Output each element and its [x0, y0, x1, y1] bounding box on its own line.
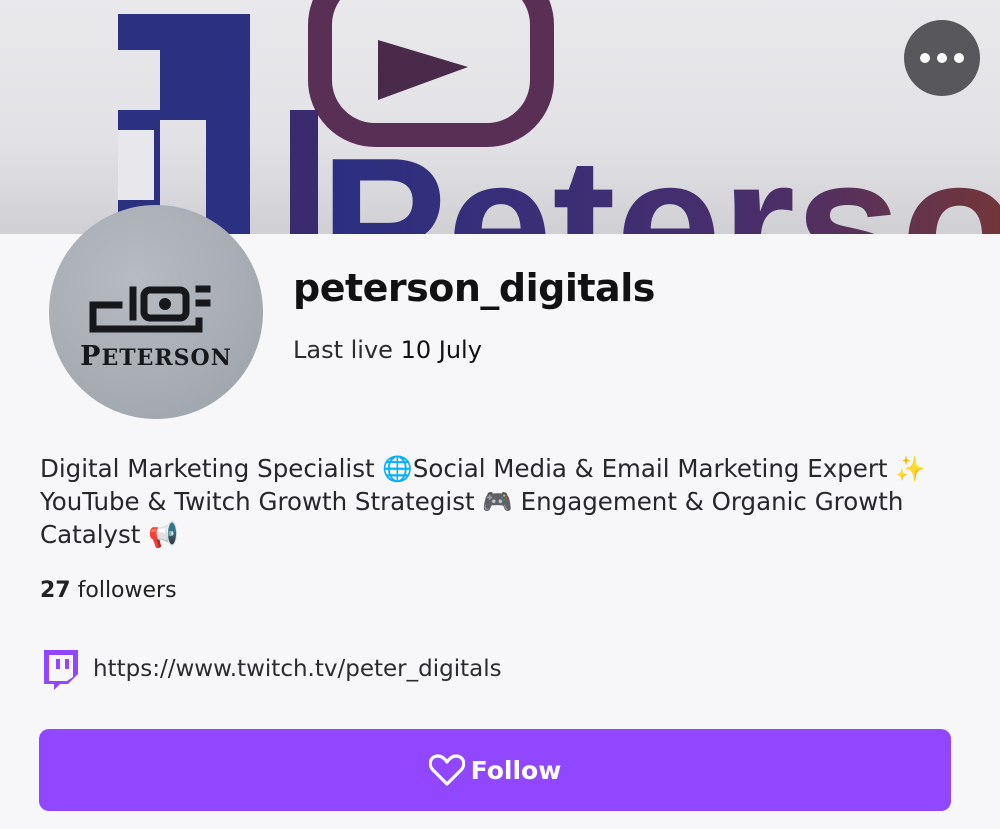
- follow-button[interactable]: Follow: [39, 729, 951, 811]
- last-live-date: 10 July: [400, 336, 482, 364]
- heart-icon: [428, 754, 465, 786]
- last-live-prefix: Last live: [293, 336, 393, 364]
- follow-label: Follow: [470, 755, 562, 785]
- profile-bio: Digital Marketing Specialist 🌐Social Med…: [40, 454, 926, 549]
- avatar-logo-icon: [89, 285, 211, 333]
- avatar[interactable]: PETERSON: [49, 205, 263, 419]
- profile-banner: Peterson: [0, 0, 1000, 234]
- svg-text:Peterson: Peterson: [320, 119, 1000, 234]
- last-live-status: Last live 10 July: [293, 336, 482, 364]
- twitch-icon: [44, 650, 78, 690]
- channel-username: peterson_digitals: [293, 266, 655, 310]
- followers-count: 27 followers: [40, 578, 177, 603]
- more-dot: [920, 53, 930, 63]
- followers-number: 27: [40, 578, 71, 603]
- followers-label: followers: [77, 578, 177, 603]
- more-options-button[interactable]: [904, 20, 980, 96]
- banner-logo-art: Peterson: [118, 0, 1000, 234]
- more-dot: [937, 53, 947, 63]
- twitch-link[interactable]: https://www.twitch.tv/peter_digitals: [93, 656, 502, 682]
- avatar-brand-text: PETERSON: [80, 341, 232, 372]
- more-dot: [954, 53, 964, 63]
